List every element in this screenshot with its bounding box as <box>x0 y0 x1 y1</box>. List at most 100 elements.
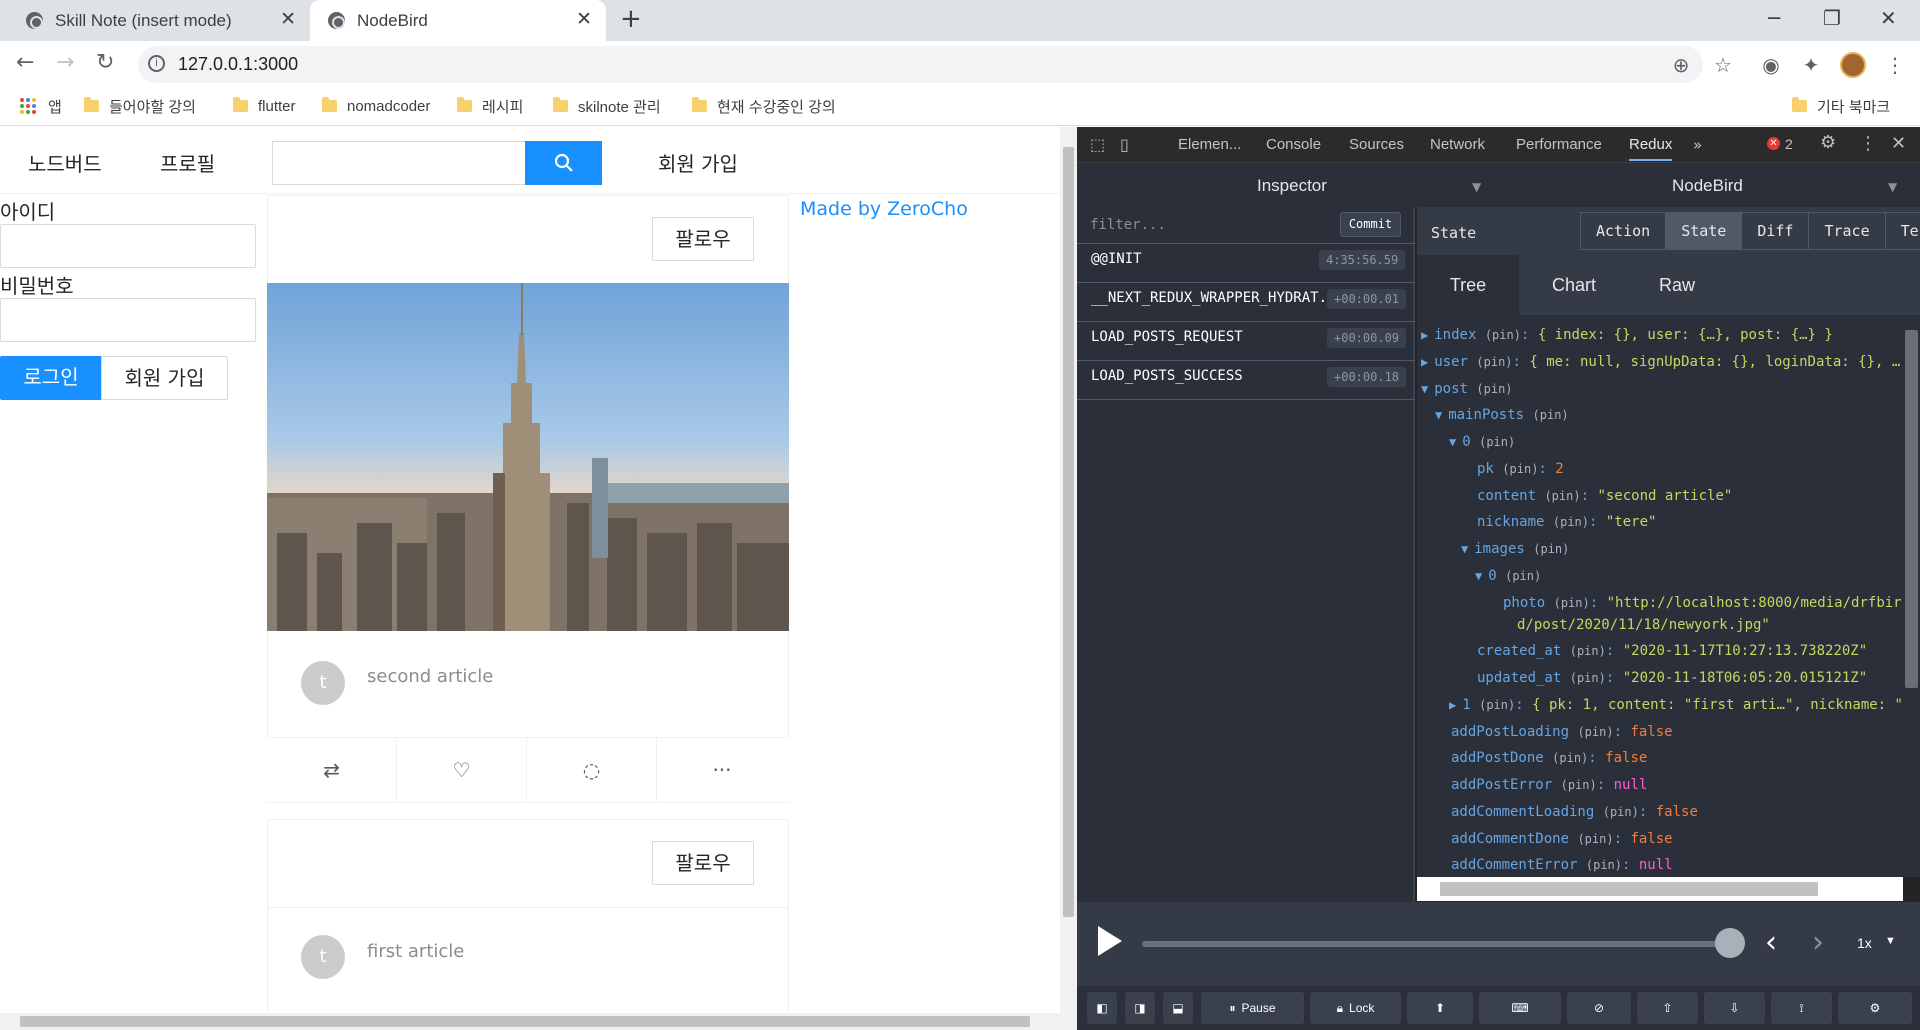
remote-icon[interactable]: ⟟ <box>1771 992 1832 1024</box>
scrollbar-thumb[interactable] <box>1440 882 1818 896</box>
tree-node-user[interactable]: ▶ user (pin): { me: null, signUpData: {},… <box>1421 354 1900 370</box>
tree-leaf[interactable]: updated_at (pin): "2020-11-18T06:05:20.0… <box>1477 670 1867 686</box>
nav-signup[interactable]: 회원 가입 <box>658 148 738 177</box>
signup-button[interactable]: 회원 가입 <box>101 356 228 400</box>
chevron-right-icon[interactable]: › <box>1812 925 1824 960</box>
bookmark-other[interactable]: 기타 북마크 <box>1792 94 1890 118</box>
tree-leaf[interactable]: addCommentDone (pin): false <box>1451 831 1673 847</box>
tree-leaf[interactable]: photo (pin): "http://localhost:8000/medi… <box>1503 595 1902 611</box>
bookmark-folder[interactable]: 레시피 <box>457 94 523 118</box>
import-icon[interactable]: ⇧ <box>1637 992 1698 1024</box>
login-button[interactable]: 로그인 <box>0 356 102 400</box>
filter-input[interactable]: filter... <box>1090 217 1166 233</box>
tree-leaf[interactable]: addCommentLoading (pin): false <box>1451 804 1698 820</box>
password-input[interactable] <box>0 298 256 342</box>
zoom-icon[interactable]: ⊕ <box>1670 53 1692 77</box>
menu-icon[interactable]: ⋮ <box>1884 53 1906 77</box>
tree-node-item-0[interactable]: ▼ 0 (pin) <box>1449 434 1515 450</box>
dock-left-icon[interactable]: ◧ <box>1087 992 1117 1024</box>
device-toggle-icon[interactable]: ▯ <box>1120 135 1129 154</box>
made-by-link[interactable]: Made by ZeroCho <box>800 198 968 220</box>
pause-button[interactable]: ⏸ Pause <box>1201 992 1304 1024</box>
monitor-select[interactable]: Inspector <box>1257 176 1327 196</box>
tree-leaf[interactable]: nickname (pin): "tere" <box>1477 514 1656 530</box>
tab-raw[interactable]: Raw <box>1629 255 1725 315</box>
tree-node-index[interactable]: ▶ index (pin): { index: {}, user: {…}, po… <box>1421 327 1833 343</box>
tab-elements[interactable]: Elemen... <box>1178 136 1241 153</box>
keyboard-icon[interactable]: ⌨ <box>1479 992 1561 1024</box>
tree-leaf[interactable]: addPostDone (pin): false <box>1451 750 1647 766</box>
avatar[interactable]: t <box>301 661 345 705</box>
tab-action[interactable]: Action <box>1581 213 1667 249</box>
minimize-icon[interactable]: ─ <box>1768 6 1780 30</box>
bookmark-folder[interactable]: 들어야할 강의 <box>84 94 196 118</box>
follow-button[interactable]: 팔로우 <box>652 217 754 261</box>
url-text[interactable]: 127.0.0.1:3000 <box>178 54 298 75</box>
tab-tree[interactable]: Tree <box>1417 255 1519 315</box>
tree-node-post[interactable]: ▼ post (pin) <box>1421 381 1513 397</box>
tab-test[interactable]: Test <box>1886 213 1920 249</box>
more-icon[interactable]: ··· <box>657 738 787 802</box>
close-tab-icon[interactable]: ✕ <box>280 8 296 31</box>
close-window-icon[interactable]: ✕ <box>1880 6 1897 30</box>
back-icon[interactable]: ← <box>16 50 34 75</box>
more-tabs-icon[interactable]: » <box>1693 136 1702 154</box>
info-icon[interactable]: i <box>148 55 165 72</box>
nav-home[interactable]: 노드버드 <box>28 148 102 177</box>
kebab-icon[interactable]: ⋮ <box>1859 133 1877 154</box>
play-icon[interactable] <box>1098 926 1122 956</box>
bookmark-folder[interactable]: nomadcoder <box>322 94 430 118</box>
id-input[interactable] <box>0 224 256 268</box>
forward-icon[interactable]: → <box>56 50 74 75</box>
search-button[interactable] <box>525 141 602 185</box>
tab-state[interactable]: State <box>1666 213 1743 249</box>
dock-right-icon[interactable]: ◨ <box>1125 992 1155 1024</box>
instance-select[interactable]: NodeBird <box>1672 176 1743 196</box>
scrollbar-thumb[interactable] <box>1905 330 1918 688</box>
chevron-down-icon[interactable]: ▼ <box>1888 180 1897 194</box>
tree-leaf[interactable]: addPostError (pin): null <box>1451 777 1647 793</box>
follow-button[interactable]: 팔로우 <box>652 841 754 885</box>
tab-console[interactable]: Console <box>1266 136 1321 153</box>
nav-profile[interactable]: 프로필 <box>160 148 215 177</box>
reload-icon[interactable]: ↻ <box>96 50 114 75</box>
retweet-icon[interactable]: ⇄ <box>267 738 397 802</box>
star-icon[interactable]: ☆ <box>1712 53 1734 77</box>
chevron-left-icon[interactable]: ‹ <box>1765 925 1777 960</box>
tab-chart[interactable]: Chart <box>1519 255 1629 315</box>
search-input[interactable] <box>272 141 526 185</box>
tree-leaf[interactable]: pk (pin): 2 <box>1477 461 1564 477</box>
tree-node-image-0[interactable]: ▼ 0 (pin) <box>1475 568 1541 584</box>
heart-icon[interactable]: ♡ <box>397 738 527 802</box>
chevron-down-icon[interactable]: ▼ <box>1472 180 1481 194</box>
tab-network[interactable]: Network <box>1430 136 1485 153</box>
settings-icon[interactable]: ⚙ <box>1820 132 1836 153</box>
close-tab-icon[interactable]: ✕ <box>576 8 592 31</box>
commit-button[interactable]: Commit <box>1340 212 1401 237</box>
bookmark-folder[interactable]: flutter <box>233 94 296 118</box>
tree-leaf[interactable]: created_at (pin): "2020-11-17T10:27:13.7… <box>1477 643 1867 659</box>
tab-sources[interactable]: Sources <box>1349 136 1404 153</box>
tree-leaf[interactable]: addPostLoading (pin): false <box>1451 724 1673 740</box>
puzzle-icon[interactable]: ✦ <box>1800 53 1822 77</box>
error-count[interactable]: 2 <box>1785 136 1793 152</box>
close-devtools-icon[interactable]: ✕ <box>1891 133 1906 154</box>
new-tab-button[interactable]: + <box>620 4 642 34</box>
slider-handle[interactable] <box>1715 928 1745 958</box>
tab-trace[interactable]: Trace <box>1809 213 1886 249</box>
pin-icon[interactable]: ⬆ <box>1407 992 1473 1024</box>
bookmark-folder[interactable]: 현재 수강중인 강의 <box>692 94 836 118</box>
persist-icon[interactable]: ⊘ <box>1567 992 1631 1024</box>
tab-performance[interactable]: Performance <box>1516 136 1602 153</box>
tree-leaf[interactable]: addCommentError (pin): null <box>1451 857 1673 873</box>
browser-tab-active[interactable]: NodeBird ✕ <box>310 0 606 41</box>
inspect-icon[interactable]: ⬚ <box>1090 135 1105 154</box>
tree-node-images[interactable]: ▼ images (pin) <box>1461 541 1569 557</box>
avatar[interactable] <box>1840 52 1866 78</box>
tree-node-item-1[interactable]: ▶ 1 (pin): { pk: 1, content: "first arti…… <box>1449 697 1903 713</box>
address-bar[interactable] <box>138 46 1703 83</box>
post-image[interactable] <box>267 283 789 631</box>
lock-button[interactable]: 🔒︎ Lock <box>1310 992 1401 1024</box>
tab-diff[interactable]: Diff <box>1742 213 1810 249</box>
tree-node-mainposts[interactable]: ▼ mainPosts (pin) <box>1435 407 1569 423</box>
